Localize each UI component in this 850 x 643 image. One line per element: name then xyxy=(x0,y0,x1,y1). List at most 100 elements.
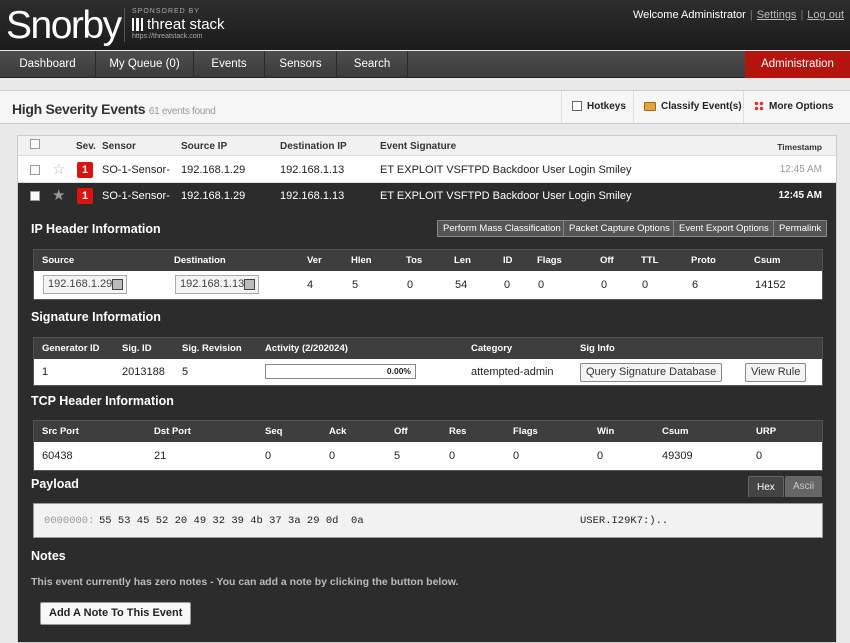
col-source-ip: Source IP xyxy=(181,141,228,152)
ip-table-row: 192.168.1.29 192.168.1.13 4 5 0 54 0 0 0… xyxy=(34,271,822,299)
tcp-csum: 49309 xyxy=(662,450,693,462)
threatstack-icon xyxy=(132,18,143,31)
snorby-logo[interactable]: Snorby xyxy=(6,4,122,48)
ip-col-ttl: TTL xyxy=(641,255,659,266)
sig-revision: 5 xyxy=(182,366,189,378)
tab-events[interactable]: Events xyxy=(194,51,265,78)
classify-events-button[interactable]: Classify Event(s) xyxy=(633,91,743,123)
tcp-col-urp: URP xyxy=(756,426,777,437)
source-ip-field[interactable]: 192.168.1.29 xyxy=(43,275,127,294)
ip-id: 0 xyxy=(504,279,511,291)
sensor-name: SO-1-Sensor- xyxy=(102,164,170,176)
grid-dots-icon xyxy=(754,101,764,111)
col-sev: Sev. xyxy=(76,141,96,152)
tcp-col-seq: Seq xyxy=(265,426,283,437)
query-signature-button[interactable]: Query Signature Database xyxy=(580,363,723,382)
star-icon[interactable]: ☆ xyxy=(52,157,65,183)
tcp-col-win: Win xyxy=(597,426,615,437)
ip-ver: 4 xyxy=(307,279,314,291)
payload-ascii: USER.I29K7:).. xyxy=(580,515,669,527)
generator-id: 1 xyxy=(42,366,49,378)
ip-col-hlen: Hlen xyxy=(351,255,372,266)
tcp-seq: 0 xyxy=(265,450,272,462)
tcp-ack: 0 xyxy=(329,450,336,462)
notes-title: Notes xyxy=(31,549,66,563)
destination-ip: 192.168.1.13 xyxy=(280,164,345,176)
more-options-button[interactable]: More Options xyxy=(743,91,850,123)
ip-len: 54 xyxy=(455,279,468,291)
tab-sensors[interactable]: Sensors xyxy=(265,51,337,78)
event-row-selected[interactable]: ★ 1 SO-1-Sensor- 192.168.1.29 192.168.1.… xyxy=(18,183,836,209)
row-checkbox[interactable] xyxy=(30,165,40,175)
event-detail: IP Header Information Perform Mass Class… xyxy=(18,209,836,642)
ip-col-csum: Csum xyxy=(754,255,781,266)
signature-title: Signature Information xyxy=(31,310,161,324)
col-event-signature: Event Signature xyxy=(380,141,457,152)
payload-tab-hex[interactable]: Hex xyxy=(748,476,784,497)
mass-classification-button[interactable]: Perform Mass Classification xyxy=(437,220,567,237)
event-signature: ET EXPLOIT VSFTPD Backdoor User Login Sm… xyxy=(380,190,632,202)
tcp-header-table: Src Port Dst Port Seq Ack Off Res Flags … xyxy=(33,420,823,471)
ip-col-off: Off xyxy=(600,255,614,266)
sponsored-by-label: SPONSORED BY xyxy=(132,8,201,15)
view-rule-button[interactable]: View Rule xyxy=(745,363,807,382)
source-ip: 192.168.1.29 xyxy=(181,190,246,202)
destination-ip-field[interactable]: 192.168.1.13 xyxy=(175,275,259,294)
ip-proto: 6 xyxy=(692,279,699,291)
signature-table: Generator ID Sig. ID Sig. Revision Activ… xyxy=(33,337,823,386)
logout-link[interactable]: Log out xyxy=(807,9,844,21)
tab-my-queue[interactable]: My Queue (0) xyxy=(96,51,194,78)
classify-label: Classify Event(s) xyxy=(661,101,742,112)
tcp-urp: 0 xyxy=(756,450,763,462)
permalink-button[interactable]: Permalink xyxy=(773,220,828,237)
keyboard-icon xyxy=(572,101,582,111)
events-table-header: Sev. Sensor Source IP Destination IP Eve… xyxy=(18,136,836,156)
sponsor-block: SPONSORED BY threat stack https://threat… xyxy=(124,8,225,42)
tcp-col-flags: Flags xyxy=(513,426,538,437)
tcp-col-csum: Csum xyxy=(662,426,689,437)
event-row[interactable]: ☆ 1 SO-1-Sensor- 192.168.1.29 192.168.1.… xyxy=(18,157,836,183)
tab-administration[interactable]: Administration xyxy=(745,51,850,78)
tab-dashboard[interactable]: Dashboard xyxy=(0,51,96,78)
row-checkbox[interactable] xyxy=(30,191,40,201)
tcp-off: 5 xyxy=(394,450,401,462)
top-header: Snorby SPONSORED BY threat stack https:/… xyxy=(0,0,850,50)
copy-icon[interactable] xyxy=(244,279,255,290)
notes-empty-text: This event currently has zero notes - Yo… xyxy=(31,576,459,588)
hotkeys-label: Hotkeys xyxy=(587,101,626,112)
copy-icon[interactable] xyxy=(112,279,123,290)
ip-table-head: Source Destination Ver Hlen Tos Len ID F… xyxy=(34,250,822,271)
sponsor-name[interactable]: threat stack xyxy=(132,16,225,33)
ip-col-destination: Destination xyxy=(174,255,226,266)
tcp-res: 0 xyxy=(449,450,456,462)
source-ip-value: 192.168.1.29 xyxy=(48,278,113,290)
ip-header-table: Source Destination Ver Hlen Tos Len ID F… xyxy=(33,249,823,300)
user-menu: Welcome Administrator | Settings | Log out xyxy=(632,9,844,21)
add-note-button[interactable]: Add A Note To This Event xyxy=(40,602,192,625)
ip-hlen: 5 xyxy=(352,279,359,291)
sig-table-head: Generator ID Sig. ID Sig. Revision Activ… xyxy=(34,338,822,359)
more-options-label: More Options xyxy=(769,101,834,112)
timestamp: 12:45 AM xyxy=(779,164,822,175)
tcp-col-dst-port: Dst Port xyxy=(154,426,191,437)
star-icon[interactable]: ★ xyxy=(52,183,65,209)
sig-col-sid: Sig. ID xyxy=(122,343,152,354)
destination-ip: 192.168.1.13 xyxy=(280,190,345,202)
ip-tos: 0 xyxy=(407,279,414,291)
hotkeys-button[interactable]: Hotkeys xyxy=(561,91,633,123)
tcp-flags: 0 xyxy=(513,450,520,462)
packet-capture-button[interactable]: Packet Capture Options xyxy=(563,220,676,237)
select-all-checkbox[interactable] xyxy=(30,139,40,149)
page-title-text: High Severity Events xyxy=(12,101,146,117)
tcp-table-row: 60438 21 0 0 5 0 0 0 49309 0 xyxy=(34,442,822,470)
event-export-button[interactable]: Event Export Options xyxy=(673,220,775,237)
tcp-col-off: Off xyxy=(394,426,408,437)
payload-tab-ascii[interactable]: Ascii xyxy=(785,476,823,497)
severity-badge: 1 xyxy=(77,162,93,178)
tcp-table-head: Src Port Dst Port Seq Ack Off Res Flags … xyxy=(34,421,822,442)
payload-title: Payload xyxy=(31,477,79,491)
tcp-dst-port: 21 xyxy=(154,450,167,462)
timestamp: 12:45 AM xyxy=(778,190,822,201)
settings-link[interactable]: Settings xyxy=(757,9,797,21)
tab-search[interactable]: Search xyxy=(337,51,408,78)
